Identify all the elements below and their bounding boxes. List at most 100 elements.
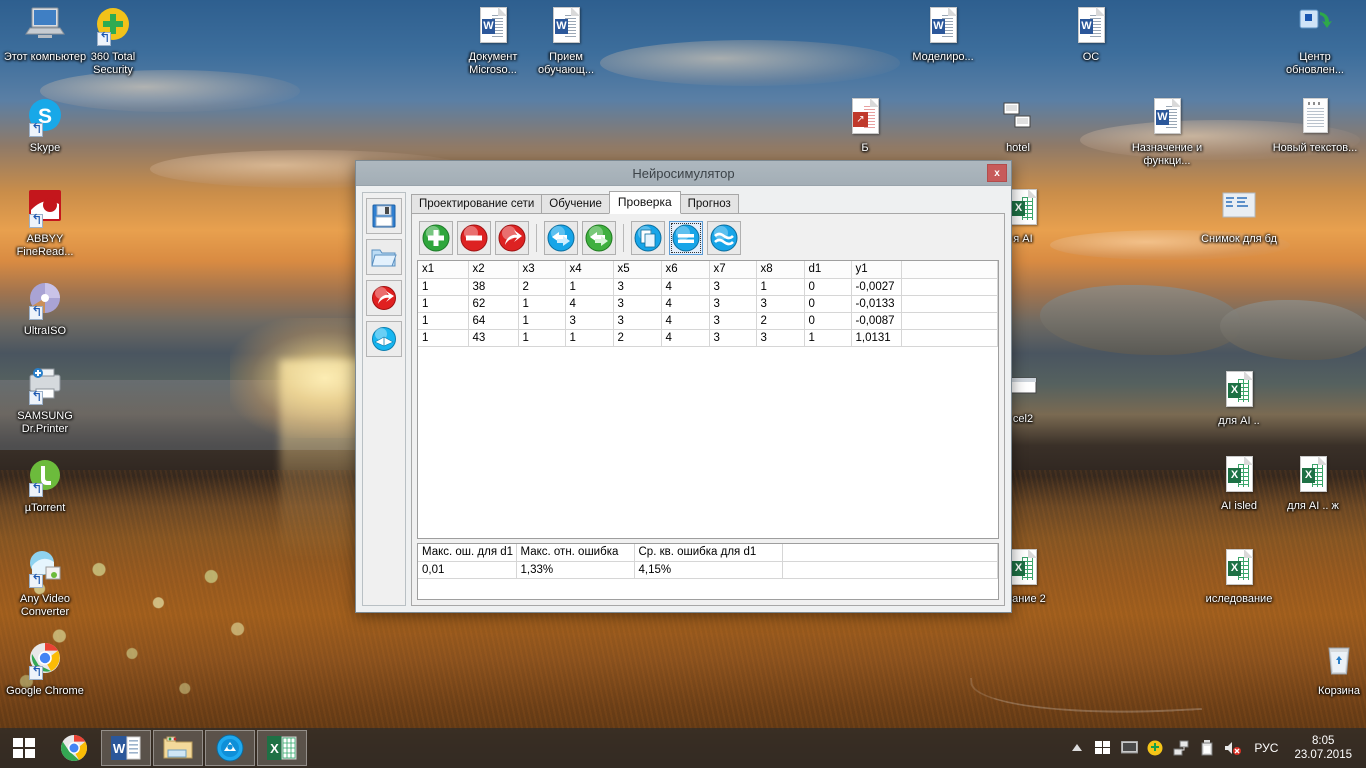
- table-cell: 1: [756, 278, 805, 296]
- battery-tray-icon[interactable]: [1194, 728, 1220, 768]
- shortcut-overlay-icon: [29, 483, 43, 497]
- network-tray-icon[interactable]: [1168, 728, 1194, 768]
- desktop-icon-label: 360 Total Security: [90, 51, 136, 76]
- toolbar-remove-button[interactable]: [457, 221, 491, 255]
- table-row[interactable]: 1 62 1 4 3 4 3 3 0 -0,0133: [418, 295, 998, 313]
- export-button[interactable]: [366, 280, 402, 316]
- taskbar-item-explorer[interactable]: [153, 730, 203, 766]
- desktop-icon-skype[interactable]: S Skype: [2, 97, 88, 155]
- table-cell: 2: [613, 329, 662, 347]
- word-icon: W: [1070, 6, 1112, 48]
- desktop-icon-google-chrome[interactable]: Google Chrome: [2, 640, 88, 698]
- desktop-icon-modelirovanie[interactable]: W Моделиро...: [900, 6, 986, 64]
- taskbar-item-chrome[interactable]: [49, 730, 99, 766]
- windows-flag-tray-icon[interactable]: [1090, 728, 1116, 768]
- tab-forecast[interactable]: Прогноз: [679, 194, 739, 213]
- window-sidebar: [362, 192, 406, 606]
- table-row[interactable]: 1 38 2 1 3 4 3 1 0 -0,0027: [418, 278, 998, 296]
- desktop-icon-ultraiso[interactable]: UltraISO: [2, 280, 88, 338]
- word-document-icon: W: [480, 7, 507, 43]
- desktop-icon-360-total-security[interactable]: 360 Total Security: [70, 6, 156, 76]
- desktop-icon-label: UltraISO: [23, 325, 67, 337]
- stats-row[interactable]: 0,01 1,33% 4,15%: [418, 561, 998, 579]
- save-button[interactable]: [366, 198, 402, 234]
- table-cell: 3: [613, 278, 662, 296]
- equals-blue-icon: [672, 224, 700, 252]
- table-cell: 3: [709, 312, 757, 330]
- toolbar-export-green-button[interactable]: [582, 221, 616, 255]
- toolbar-add-button[interactable]: [419, 221, 453, 255]
- desktop-icon-os[interactable]: W ОС: [1048, 6, 1134, 64]
- wave-blue-icon: [710, 224, 738, 252]
- tab-check[interactable]: Проверка: [608, 191, 681, 214]
- table-cell: 0: [804, 278, 852, 296]
- toolbar-equals-button[interactable]: [669, 221, 703, 255]
- tab-design[interactable]: Проектирование сети: [411, 194, 543, 213]
- desktop-icon-label: SAMSUNG Dr.Printer: [17, 410, 73, 435]
- desktop-icon-snimok-dlya-bd[interactable]: Снимок для бд: [1196, 188, 1282, 246]
- wallpaper-rock: [1040, 285, 1240, 355]
- statistics-grid: Макс. ош. для d1 Макс. отн. ошибка Ср. кв.…: [418, 544, 998, 579]
- word-document-icon: W: [1154, 98, 1181, 134]
- desktop-icon-naznachenie-i-funktsii[interactable]: W Назначение и функци...: [1124, 97, 1210, 167]
- computer-icon: [24, 6, 66, 48]
- table-cell: -0,0087: [851, 312, 902, 330]
- table-cell: [901, 278, 998, 296]
- book-button[interactable]: [366, 321, 402, 357]
- copy-blue-icon: [634, 224, 662, 252]
- desktop-icon-utorrent[interactable]: µTorrent: [2, 457, 88, 515]
- table-cell: 3: [565, 312, 614, 330]
- desktop-icon-samsung-dr-printer[interactable]: SAMSUNG Dr.Printer: [2, 365, 88, 435]
- stats-column-header: Ср. кв. ошибка для d1: [634, 544, 783, 562]
- wallpaper-signature: [970, 666, 1202, 722]
- desktop-icon-label: ОС: [1082, 51, 1100, 63]
- open-button[interactable]: [366, 239, 402, 275]
- desktop-icon-novyy-tekstovyy[interactable]: Новый текстов...: [1272, 97, 1358, 155]
- table-row[interactable]: 1 64 1 3 3 4 3 2 0 -0,0087: [418, 312, 998, 330]
- table-cell: 3: [613, 312, 662, 330]
- desktop-icon-korzina[interactable]: Корзина: [1296, 640, 1366, 698]
- grid-column-header: x7: [709, 261, 757, 279]
- excel-icon: X: [1218, 370, 1260, 412]
- grid-column-header: x3: [518, 261, 566, 279]
- desktop-icon-dlya-ai-dot[interactable]: Xдля AI ..: [1196, 370, 1282, 428]
- tab-training[interactable]: Обучение: [541, 194, 610, 213]
- table-row[interactable]: 1 43 1 1 2 4 3 3 1 1,0131: [418, 329, 998, 347]
- desktop-icon-b-pdf[interactable]: ↗ Б: [822, 97, 908, 155]
- word-icon: W: [922, 6, 964, 48]
- table-cell: 0: [804, 295, 852, 313]
- statistics-grid-container[interactable]: Макс. ош. для d1 Макс. отн. ошибка Ср. кв.…: [417, 543, 999, 600]
- data-grid-container[interactable]: x1 x2 x3 x4 x5 x6 x7 x8 d1 y1 1 38 2 1 3 4 3 1 0 -0,0027 1 6…: [417, 260, 999, 539]
- export-green-icon: [585, 224, 613, 252]
- desktop-icon-abbyy-finereader[interactable]: ABBYY FineRead...: [2, 188, 88, 258]
- desktop-icon-isledovanie[interactable]: Xиследование: [1196, 548, 1282, 606]
- table-cell: 4: [565, 295, 614, 313]
- toolbar-import-blue-button[interactable]: [544, 221, 578, 255]
- toolbar-red-arrow-button[interactable]: [495, 221, 529, 255]
- window-titlebar[interactable]: Нейросимулятор x: [356, 161, 1011, 186]
- 360-security-tray-icon[interactable]: [1142, 728, 1168, 768]
- taskbar-item-excel[interactable]: X: [257, 730, 307, 766]
- display-tray-icon[interactable]: [1116, 728, 1142, 768]
- show-hidden-icons-arrow[interactable]: [1064, 728, 1090, 768]
- toolbar-copy-button[interactable]: [631, 221, 665, 255]
- tab-panel-check: x1 x2 x3 x4 x5 x6 x7 x8 d1 y1 1 38 2 1 3 4 3 1 0 -0,0027 1 6…: [411, 213, 1005, 606]
- desktop-icon-dlya-ai-zh[interactable]: Xдля AI .. ж: [1270, 455, 1356, 513]
- taskbar-item-word[interactable]: W: [101, 730, 151, 766]
- clock[interactable]: 8:05 23.07.2015: [1286, 734, 1360, 762]
- avc-icon: [24, 548, 66, 590]
- desktop-icon-tsentr-obnovleniy[interactable]: Центр обновлен...: [1272, 6, 1358, 76]
- stats-header-row: Макс. ош. для d1 Макс. отн. ошибка Ср. кв.…: [418, 544, 998, 562]
- language-indicator[interactable]: РУС: [1246, 741, 1286, 755]
- svg-text:X: X: [270, 741, 279, 756]
- desktop-icon-any-video-converter[interactable]: Any Video Converter: [2, 548, 88, 618]
- close-button[interactable]: x: [987, 164, 1007, 182]
- desktop-icon-hotel[interactable]: hotel: [975, 97, 1061, 155]
- toolbar-wave-button[interactable]: [707, 221, 741, 255]
- table-cell: 3: [709, 329, 757, 347]
- volume-muted-tray-icon[interactable]: [1220, 728, 1246, 768]
- start-button[interactable]: [0, 728, 48, 768]
- taskbar-item-neurosim[interactable]: [205, 730, 255, 766]
- word-icon: W: [1146, 97, 1188, 139]
- desktop-icon-priem-obuchayusch[interactable]: W Прием обучающ...: [523, 6, 609, 76]
